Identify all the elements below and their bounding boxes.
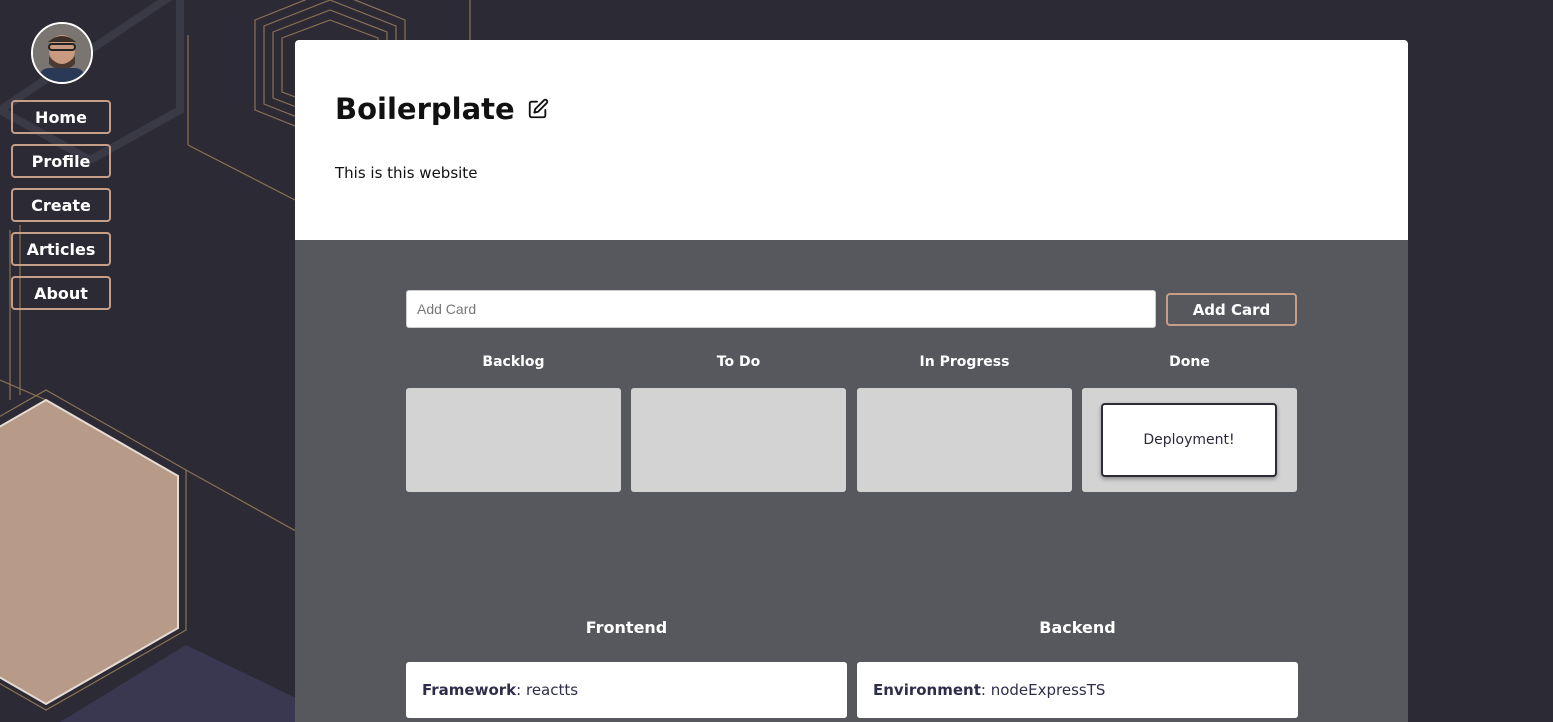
project-description: This is this website — [335, 164, 478, 182]
nav-profile-button[interactable]: Profile — [11, 144, 111, 178]
frontend-heading: Frontend — [585, 618, 668, 637]
project-header: Boilerplate This is this website — [295, 40, 1408, 240]
kanban-board: Add Card Backlog To Do In Progress Done … — [295, 240, 1408, 722]
nav-about-button[interactable]: About — [11, 276, 111, 310]
kanban-card[interactable]: Deployment! — [1101, 403, 1277, 477]
frontend-key: Framework — [422, 681, 517, 699]
frontend-value: reactts — [525, 681, 579, 699]
page-title: Boilerplate — [335, 92, 515, 126]
column-heading-todo: To Do — [716, 354, 761, 370]
column-done[interactable]: Deployment! — [1082, 388, 1297, 492]
edit-icon[interactable] — [527, 98, 549, 120]
frontend-detail: Framework: reactts — [406, 662, 847, 718]
separator: : — [516, 681, 526, 699]
sidebar: Home Profile Create Articles About — [0, 0, 122, 722]
title-row: Boilerplate — [335, 92, 1368, 126]
column-heading-backlog: Backlog — [482, 354, 545, 370]
separator: : — [980, 681, 991, 699]
avatar[interactable] — [31, 22, 93, 84]
nav-home-button[interactable]: Home — [11, 100, 111, 134]
column-todo[interactable] — [631, 388, 846, 492]
backend-value: nodeExpressTS — [990, 681, 1106, 699]
column-heading-done: Done — [1169, 354, 1210, 370]
column-heading-in-progress: In Progress — [919, 354, 1010, 370]
nav-articles-button[interactable]: Articles — [11, 232, 111, 266]
backend-heading: Backend — [1039, 618, 1116, 637]
column-backlog[interactable] — [406, 388, 621, 492]
nav-create-button[interactable]: Create — [11, 188, 111, 222]
backend-detail: Environment: nodeExpressTS — [857, 662, 1298, 718]
user-avatar-icon — [33, 24, 91, 82]
column-in-progress[interactable] — [857, 388, 1072, 492]
add-card-input[interactable] — [406, 290, 1156, 328]
add-card-button[interactable]: Add Card — [1166, 293, 1297, 326]
backend-key: Environment — [873, 681, 981, 699]
main-content: Boilerplate This is this website Add Car… — [295, 40, 1408, 722]
